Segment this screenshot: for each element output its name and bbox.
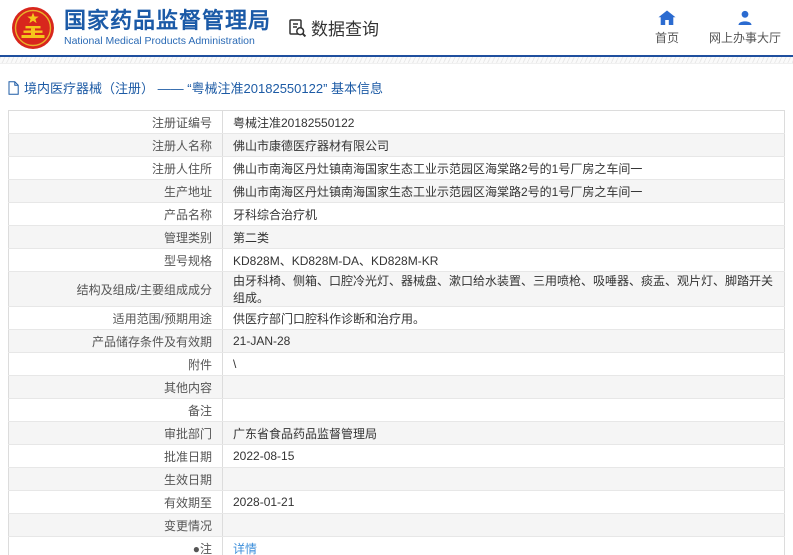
- row-label: 备注: [8, 398, 223, 422]
- table-row: 产品储存条件及有效期 21-JAN-28: [8, 329, 785, 353]
- row-value: 由牙科椅、侧箱、口腔冷光灯、器械盘、漱口给水装置、三用喷枪、吸唾器、痰盂、观片灯…: [222, 271, 785, 307]
- home-icon: [658, 10, 676, 25]
- row-label: 产品储存条件及有效期: [8, 329, 223, 353]
- table-row: 型号规格 KD828M、KD828M-DA、KD828M-KR: [8, 248, 785, 272]
- table-row: 审批部门 广东省食品药品监督管理局: [8, 421, 785, 445]
- document-search-icon: [289, 18, 307, 37]
- row-value: [222, 513, 785, 537]
- table-row: ●注 详情: [8, 536, 785, 555]
- table-row: 管理类别 第二类: [8, 225, 785, 249]
- row-label: 产品名称: [8, 202, 223, 226]
- row-label: 审批部门: [8, 421, 223, 445]
- table-row: 其他内容: [8, 375, 785, 399]
- row-label: 变更情况: [8, 513, 223, 537]
- table-row: 批准日期 2022-08-15: [8, 444, 785, 468]
- row-value: 广东省食品药品监督管理局: [222, 421, 785, 445]
- nav-home[interactable]: 首页: [655, 10, 679, 46]
- header-nav: 首页 网上办事大厅: [655, 10, 787, 46]
- row-label: ●注: [8, 536, 223, 555]
- data-query-label: 数据查询: [311, 20, 380, 39]
- row-label: 注册证编号: [8, 110, 223, 134]
- row-label: 型号规格: [8, 248, 223, 272]
- row-label: 适用范围/预期用途: [8, 306, 223, 330]
- row-value: 21-JAN-28: [222, 329, 785, 353]
- table-row: 生产地址 佛山市南海区丹灶镇南海国家生态工业示范园区海棠路2号的1号厂房之车间一: [8, 179, 785, 203]
- document-icon: [8, 80, 19, 95]
- table-row: 有效期至 2028-01-21: [8, 490, 785, 514]
- row-label: 管理类别: [8, 225, 223, 249]
- row-label: 其他内容: [8, 375, 223, 399]
- table-row: 注册人名称 佛山市康德医疗器材有限公司: [8, 133, 785, 157]
- table-row: 结构及组成/主要组成成分 由牙科椅、侧箱、口腔冷光灯、器械盘、漱口给水装置、三用…: [8, 271, 785, 307]
- row-value: [222, 375, 785, 399]
- row-value: 佛山市南海区丹灶镇南海国家生态工业示范园区海棠路2号的1号厂房之车间一: [222, 179, 785, 203]
- nav-service-hall[interactable]: 网上办事大厅: [709, 10, 781, 46]
- nmpa-emblem-logo: [12, 6, 54, 49]
- nav-home-label: 首页: [654, 30, 679, 45]
- note-details-link[interactable]: 详情: [233, 542, 257, 555]
- table-row: 注册人住所 佛山市南海区丹灶镇南海国家生态工业示范园区海棠路2号的1号厂房之车间…: [8, 156, 785, 180]
- table-row: 产品名称 牙科综合治疗机: [8, 202, 785, 226]
- row-value: 佛山市康德医疗器材有限公司: [222, 133, 785, 157]
- row-value: 2022-08-15: [222, 444, 785, 468]
- table-row: 备注: [8, 398, 785, 422]
- row-label: 生产地址: [8, 179, 223, 203]
- agency-title: 国家药品监督管理局: [64, 7, 272, 33]
- row-label: 附件: [8, 352, 223, 376]
- row-value: 详情: [222, 536, 785, 555]
- row-label: 批准日期: [8, 444, 223, 468]
- row-label: 生效日期: [8, 467, 223, 491]
- decorative-stripe-band: [0, 57, 793, 64]
- table-row: 适用范围/预期用途 供医疗部门口腔科作诊断和治疗用。: [8, 306, 785, 330]
- data-query-tab[interactable]: 数据查询: [287, 15, 379, 40]
- table-row: 注册证编号 粤械注准20182550122: [8, 110, 785, 134]
- row-label: 注册人名称: [8, 133, 223, 157]
- brand-block: 国家药品监督管理局 National Medical Products Admi…: [64, 7, 272, 47]
- table-row: 生效日期: [8, 467, 785, 491]
- row-value: 粤械注准20182550122: [222, 110, 785, 134]
- agency-subtitle: National Medical Products Administration: [64, 34, 255, 47]
- row-value: KD828M、KD828M-DA、KD828M-KR: [222, 248, 785, 272]
- table-row: 变更情况: [8, 513, 785, 537]
- row-label: 有效期至: [8, 490, 223, 514]
- row-value: 第二类: [222, 225, 785, 249]
- row-value: [222, 398, 785, 422]
- row-label: 注册人住所: [8, 156, 223, 180]
- row-value: [222, 467, 785, 491]
- table-row: 附件 \: [8, 352, 785, 376]
- row-label: 结构及组成/主要组成成分: [8, 271, 223, 307]
- row-value: 佛山市南海区丹灶镇南海国家生态工业示范园区海棠路2号的1号厂房之车间一: [222, 156, 785, 180]
- registration-info-table: 注册证编号 粤械注准20182550122 注册人名称 佛山市康德医疗器材有限公…: [8, 110, 785, 555]
- row-value: \: [222, 352, 785, 376]
- breadcrumb-text: 境内医疗器械（注册） —— “粤械注准20182550122” 基本信息: [24, 81, 384, 96]
- breadcrumb: 境内医疗器械（注册） —— “粤械注准20182550122” 基本信息: [0, 64, 793, 97]
- nav-service-hall-label: 网上办事大厅: [708, 30, 781, 45]
- row-value: 供医疗部门口腔科作诊断和治疗用。: [222, 306, 785, 330]
- page-header: 国家药品监督管理局 National Medical Products Admi…: [0, 0, 793, 57]
- user-icon: [738, 10, 752, 25]
- row-value: 2028-01-21: [222, 490, 785, 514]
- row-value: 牙科综合治疗机: [222, 202, 785, 226]
